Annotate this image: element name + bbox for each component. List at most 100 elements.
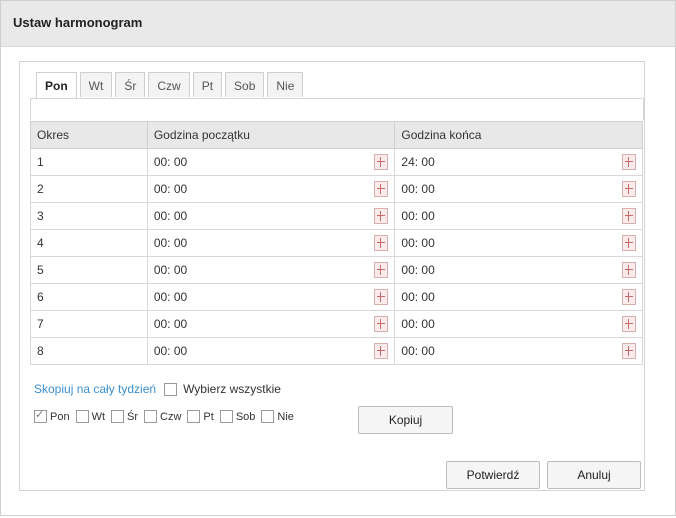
table-row: 6 00: 00 00: 00: [30, 283, 643, 311]
day-option-czw[interactable]: Czw: [144, 410, 181, 423]
day-label: Pt: [203, 410, 214, 423]
period-cell: 1: [30, 148, 148, 176]
clock-icon[interactable]: [374, 289, 389, 305]
start-time-value: 00: 00: [153, 209, 188, 223]
period-cell: 3: [30, 202, 148, 230]
col-header-start: Godzina początku: [146, 121, 396, 149]
day-checkbox[interactable]: [219, 410, 233, 423]
select-all-checkbox[interactable]: [164, 382, 178, 396]
copy-days-row: Pon Wt Śr Czw Pt Sob Nie: [34, 408, 300, 423]
end-time-value: 00: 00: [401, 209, 435, 223]
end-time-value: 00: 00: [401, 344, 435, 358]
day-option-nie[interactable]: Nie: [261, 410, 294, 423]
start-time-cell[interactable]: 00: 00: [146, 256, 396, 284]
start-time-cell[interactable]: 00: 00: [146, 148, 396, 176]
clock-icon[interactable]: [374, 181, 389, 197]
period-cell: 7: [30, 310, 148, 338]
tab-pt[interactable]: Pt: [192, 72, 223, 97]
clock-icon[interactable]: [622, 235, 636, 251]
start-time-value: 00: 00: [153, 182, 188, 196]
day-checkbox[interactable]: [34, 408, 47, 423]
tab-wt[interactable]: Wt: [79, 72, 113, 97]
end-time-cell[interactable]: 00: 00: [394, 283, 643, 311]
day-checkbox[interactable]: [111, 410, 125, 423]
day-checkbox[interactable]: [75, 410, 89, 423]
start-time-cell[interactable]: 00: 00: [146, 283, 396, 311]
end-time-value: 24: 00: [401, 155, 435, 169]
day-tabs: Pon Wt Śr Czw Pt Sob Nie: [36, 72, 306, 99]
end-time-value: 00: 00: [401, 236, 435, 250]
period-cell: 8: [30, 337, 148, 365]
end-time-value: 00: 00: [401, 182, 435, 196]
clock-icon[interactable]: [622, 208, 636, 224]
end-time-cell[interactable]: 00: 00: [394, 256, 643, 284]
end-time-cell[interactable]: 00: 00: [394, 229, 643, 257]
day-label: Nie: [277, 410, 294, 423]
start-time-value: 00: 00: [153, 155, 188, 169]
start-time-cell[interactable]: 00: 00: [146, 310, 396, 338]
table-row: 4 00: 00 00: 00: [30, 229, 643, 257]
day-label: Czw: [160, 410, 182, 423]
day-option-wt[interactable]: Wt: [75, 410, 106, 423]
end-time-value: 00: 00: [401, 263, 435, 277]
period-cell: 5: [30, 256, 148, 284]
start-time-cell[interactable]: 00: 00: [146, 202, 396, 230]
clock-icon[interactable]: [622, 316, 636, 332]
start-time-cell[interactable]: 00: 00: [146, 229, 396, 257]
cancel-button[interactable]: Anuluj: [547, 461, 641, 489]
end-time-cell[interactable]: 00: 00: [394, 337, 643, 365]
tab-sob[interactable]: Sob: [225, 72, 265, 97]
confirm-button[interactable]: Potwierdź: [446, 461, 540, 489]
table-row: 1 00: 00 24: 00: [30, 148, 643, 176]
table-header-row: Okres Godzina początku Godzina końca: [30, 121, 643, 149]
start-time-cell[interactable]: 00: 00: [146, 175, 396, 203]
day-checkbox[interactable]: [187, 410, 201, 423]
end-time-cell[interactable]: 00: 00: [394, 202, 643, 230]
day-option-sob[interactable]: Sob: [219, 410, 255, 423]
period-cell: 4: [30, 229, 148, 257]
start-time-value: 00: 00: [153, 263, 188, 277]
table-row: 3 00: 00 00: 00: [30, 202, 643, 230]
day-label: Wt: [91, 410, 106, 423]
clock-icon[interactable]: [374, 343, 389, 359]
tab-czw[interactable]: Czw: [148, 72, 190, 97]
clock-icon[interactable]: [374, 154, 389, 170]
copy-button[interactable]: Kopiuj: [358, 406, 453, 434]
start-time-value: 00: 00: [153, 344, 188, 358]
tab-pon[interactable]: Pon: [36, 72, 77, 99]
start-time-value: 00: 00: [153, 290, 188, 304]
clock-icon[interactable]: [374, 235, 389, 251]
clock-icon[interactable]: [622, 262, 636, 278]
end-time-value: 00: 00: [401, 290, 435, 304]
clock-icon[interactable]: [622, 343, 636, 359]
tab-sr[interactable]: Śr: [115, 72, 146, 97]
start-time-cell[interactable]: 00: 00: [146, 337, 396, 365]
day-checkbox[interactable]: [144, 410, 158, 423]
day-checkbox[interactable]: [261, 410, 275, 423]
tab-content-area: [30, 98, 644, 120]
clock-icon[interactable]: [374, 262, 389, 278]
clock-icon[interactable]: [622, 181, 636, 197]
clock-icon[interactable]: [622, 289, 636, 305]
clock-icon[interactable]: [374, 208, 389, 224]
day-option-pt[interactable]: Pt: [187, 410, 214, 423]
end-time-cell[interactable]: 24: 00: [394, 148, 643, 176]
tab-nie[interactable]: Nie: [267, 72, 304, 97]
title-bar: Ustaw harmonogram: [1, 1, 675, 47]
copy-week-link[interactable]: Skopiuj na cały tydzień: [34, 382, 156, 396]
end-time-value: 00: 00: [401, 317, 435, 331]
end-time-cell[interactable]: 00: 00: [394, 175, 643, 203]
clock-icon[interactable]: [374, 316, 389, 332]
table-row: 2 00: 00 00: 00: [30, 175, 643, 203]
clock-icon[interactable]: [622, 154, 636, 170]
table-row: 8 00: 00 00: 00: [30, 337, 643, 365]
table-row: 7 00: 00 00: 00: [30, 310, 643, 338]
col-header-period: Okres: [30, 121, 148, 149]
day-option-sr[interactable]: Śr: [111, 410, 138, 423]
end-time-cell[interactable]: 00: 00: [394, 310, 643, 338]
schedule-table: Okres Godzina początku Godzina końca 1 0…: [30, 121, 643, 365]
copy-row: Skopiuj na cały tydzień Wybierz wszystki…: [34, 382, 281, 396]
dialog-title: Ustaw harmonogram: [13, 15, 143, 30]
period-cell: 2: [30, 175, 148, 203]
day-option-pon[interactable]: Pon: [34, 408, 70, 423]
